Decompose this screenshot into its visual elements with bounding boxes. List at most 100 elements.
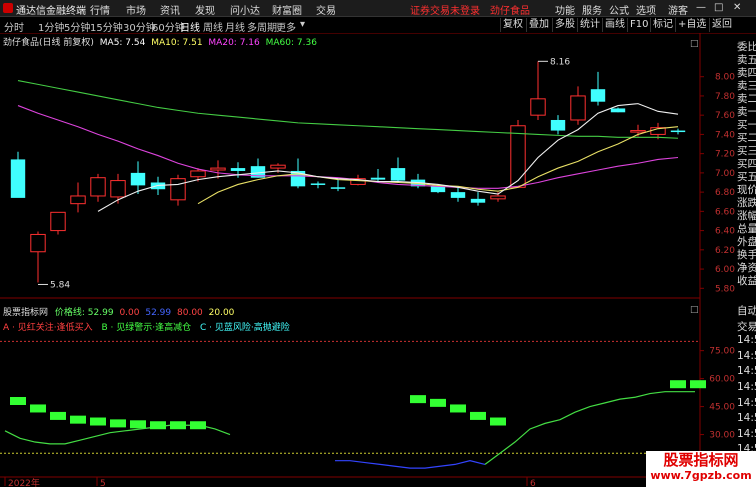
candle <box>70 195 86 205</box>
close-icon[interactable]: ✕ <box>733 2 741 13</box>
candle <box>230 168 246 171</box>
ma20-label: MA20: 7.16 <box>208 38 260 48</box>
note-a: A · 见红关注·逢低买入 <box>3 323 93 333</box>
x-axis-label: 5 <box>100 479 106 487</box>
draw-line-button[interactable]: 画线 <box>602 18 627 32</box>
tab-15min[interactable]: 15分钟 <box>90 19 123 34</box>
tab-fenshi[interactable]: 分时 <box>4 19 24 34</box>
price-axis-label: 6.20 <box>715 246 735 256</box>
side-item: 14:5 <box>737 381 756 393</box>
tab-weekly[interactable]: 周线 <box>203 19 223 34</box>
tab-more[interactable]: 更多 <box>276 19 296 34</box>
signal-bar <box>50 411 66 420</box>
back-button[interactable]: 返回 <box>709 18 734 32</box>
menu-faxian[interactable]: 发现 <box>195 2 215 17</box>
indicator-axis-label: 75.00 <box>709 347 735 357</box>
tab-30min[interactable]: 30分钟 <box>123 19 156 34</box>
signal-bar <box>110 419 126 428</box>
candle <box>510 125 526 188</box>
signal-bar <box>670 380 686 389</box>
price-axis-label: 6.80 <box>715 188 735 198</box>
indicator-name[interactable]: 股票指标网 <box>3 308 48 318</box>
tab-monthly[interactable]: 月线 <box>225 19 245 34</box>
side-item: 14:5 <box>737 334 756 347</box>
add-watchlist-button[interactable]: +自选 <box>675 18 708 32</box>
tab-multi-period[interactable]: 多周期 <box>247 19 277 34</box>
menu-hangqing[interactable]: 行情 <box>90 2 110 17</box>
price-axis-label: 7.60 <box>715 111 735 121</box>
candle <box>30 233 46 253</box>
multi-stock-button[interactable]: 多股 <box>552 18 577 32</box>
menu-xuanxiang[interactable]: 选项 <box>636 2 656 17</box>
price-axis-label: 8.00 <box>715 73 735 83</box>
user-label[interactable]: 游客 <box>668 2 688 17</box>
candle <box>610 108 626 113</box>
candle <box>670 130 686 133</box>
main-legend: 劲仔食品(日线 前复权) MA5: 7.54 MA10: 7.51 MA20: … <box>3 35 317 48</box>
side-item: 14:5 <box>737 349 756 362</box>
price-line-value: 价格线: 52.99 <box>54 308 114 318</box>
x-axis-label: 6 <box>530 479 536 487</box>
signal-bar <box>470 411 486 420</box>
price-axis-label: 7.80 <box>715 92 735 102</box>
maximize-icon[interactable]: □ <box>714 2 723 13</box>
panel-settings-icon[interactable]: □ <box>690 305 699 315</box>
indicator-v5: 20.00 <box>208 308 235 318</box>
kline-chart[interactable]: 8.00 7.80 7.60 7.40 7.20 7.00 6.80 6.60 6.40 6.20… <box>0 33 737 487</box>
price-axis-label: 6.00 <box>715 265 735 275</box>
ma5-label: MA5: 7.54 <box>99 38 146 48</box>
menu-jiaoyi[interactable]: 交易 <box>316 2 336 17</box>
candle <box>50 211 66 232</box>
signal-bar <box>430 398 446 407</box>
side-item: 交易 <box>737 320 756 333</box>
candle <box>530 98 546 116</box>
stats-button[interactable]: 统计 <box>577 18 602 32</box>
menu-gongshi[interactable]: 公式 <box>609 2 629 17</box>
note-b: B · 见绿警示·逢高减仓 <box>101 323 192 333</box>
price-axis-label: 5.80 <box>715 284 735 294</box>
login-status[interactable]: 证券交易未登录 <box>410 2 480 17</box>
tab-1min[interactable]: 1分钟 <box>38 19 64 34</box>
menu-wenxiaoda[interactable]: 问小达 <box>230 2 260 17</box>
menu-caifuquan[interactable]: 财富圈 <box>272 2 302 17</box>
side-item: 14:5 <box>737 412 756 425</box>
menu-gongneng[interactable]: 功能 <box>555 2 575 17</box>
menu-zixun[interactable]: 资讯 <box>160 2 180 17</box>
chevron-down-icon[interactable]: ▾ <box>300 19 305 30</box>
candle <box>570 95 586 121</box>
signal-bar <box>70 415 86 424</box>
fuquan-button[interactable]: 复权 <box>500 18 525 32</box>
price-axis-label: 7.00 <box>715 169 735 179</box>
menu-fuwu[interactable]: 服务 <box>582 2 602 17</box>
indicator-axis-label: 60.00 <box>709 375 735 385</box>
minimize-icon[interactable]: — <box>696 2 706 13</box>
chart-title: 劲仔食品(日线 前复权) <box>3 38 94 48</box>
ma10-label: MA10: 7.51 <box>151 38 203 48</box>
price-line-blue <box>335 460 486 469</box>
price-axis-label: 6.60 <box>715 207 735 217</box>
indicator-v3: 52.99 <box>145 308 172 318</box>
candle <box>210 167 226 171</box>
indicator-v4: 80.00 <box>177 308 203 318</box>
ma60-label: MA60: 7.36 <box>265 38 317 48</box>
mark-button[interactable]: 标记 <box>650 18 675 32</box>
candle <box>550 119 566 131</box>
indicator-axis-label: 45.00 <box>709 403 735 413</box>
signal-bar <box>130 420 146 429</box>
price-axis-label: 7.40 <box>715 130 735 140</box>
f10-button[interactable]: F10 <box>627 18 650 32</box>
price-axis-label: 6.40 <box>715 227 735 237</box>
menu-shichang[interactable]: 市场 <box>126 2 146 17</box>
stock-title: 劲仔食品 <box>490 6 530 17</box>
candle <box>430 186 446 193</box>
candle <box>310 183 326 185</box>
tab-5min[interactable]: 5分钟 <box>64 19 90 34</box>
app-logo-icon <box>3 3 13 13</box>
side-item: 14:5 <box>737 396 756 409</box>
tab-daily[interactable]: 日线 <box>180 19 200 34</box>
panel-settings-icon[interactable]: □ <box>690 39 699 49</box>
candle <box>490 195 506 200</box>
overlay-button[interactable]: 叠加 <box>526 18 551 32</box>
x-axis-label: 2022年 <box>8 477 40 487</box>
signal-bar <box>30 404 46 413</box>
